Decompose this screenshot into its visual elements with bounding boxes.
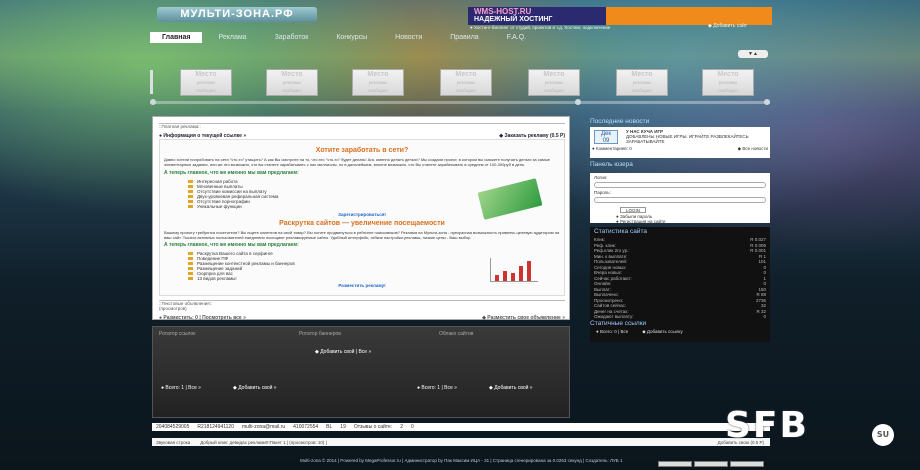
promo-title-earn: Хотите заработать в сети? — [315, 147, 409, 154]
nav-earn[interactable]: Заработок — [263, 32, 321, 43]
site-stats: Статистика сайта Клик: R 0.027 Реф. клик:… — [590, 227, 770, 330]
banner-rotator-title: Ротатор баннеров — [299, 331, 341, 337]
nav-news[interactable]: Новости — [383, 32, 434, 43]
slider-track — [150, 101, 770, 104]
site-logo[interactable]: МУЛЬТИ-ЗОНА.РФ — [157, 7, 317, 22]
slider-next-dot[interactable] — [764, 99, 770, 105]
login-panel: Логин: Пароль: LOGIN ● Забыли пароль ● Р… — [590, 173, 770, 224]
promo-title-traffic: Раскрутка сайтов — увеличение посещаемос… — [279, 220, 445, 227]
nav-faq[interactable]: F.A.Q. — [495, 32, 538, 43]
text-announcements: ::Текстовые объявления:: (просмотров) ● … — [159, 300, 565, 321]
ad-slot[interactable]: Место рекламы свободно — [352, 69, 404, 96]
counter-badges[interactable] — [658, 461, 764, 467]
register-site-link[interactable]: ● Регистрация на сайте — [616, 219, 666, 224]
announcements-place[interactable]: ◆ Разместить свое объявление » — [482, 315, 565, 321]
news-comments[interactable]: ● Комментариев: 0 — [592, 146, 632, 152]
banner-orange-panel — [606, 7, 772, 25]
stats-title: Статистика сайта — [594, 228, 647, 235]
wmr-purse: R218124941120 — [197, 424, 234, 430]
news-date: Дек 09 — [594, 130, 618, 144]
paid-ads-block: ::Платная реклама:: ● Информация о текущ… — [159, 123, 565, 139]
rotator-all-link[interactable]: ● Всего: 1 | Все » — [161, 385, 201, 391]
nav-contests[interactable]: Конкурсы — [324, 32, 379, 43]
rotator-add-link[interactable]: ◆ Добавить свой » — [233, 385, 277, 391]
nav-ads[interactable]: Реклама — [206, 32, 258, 43]
login-panel-title: Панель юзера — [590, 161, 633, 168]
promo-subtitle-earn: А теперь главное, что же именно мы вам п… — [164, 170, 299, 176]
login-input[interactable] — [594, 182, 766, 188]
promo-text-traffic: Вашему проекту требуются посетители? Вы … — [164, 230, 560, 240]
slider-prev-dot[interactable] — [150, 99, 156, 105]
sidebar: Последние новости Дек 09 У НАС КУЧА ИГР Д… — [590, 118, 770, 330]
ad-slot[interactable]: Место рекламы свободно — [616, 69, 668, 96]
sound-line-text[interactable]: Добрый клик: девидах реклами!!!Пакет 1 |… — [200, 440, 327, 445]
ad-slot[interactable]: Место рекламы свободно — [702, 69, 754, 96]
hosting-caption: ● Хостинг-биллинг от студий, проектов и … — [470, 25, 611, 30]
paid-ads-title: ::Платная реклама:: — [159, 124, 201, 129]
news-title: Последние новости — [590, 118, 650, 125]
add-site-link[interactable]: ◆ Добавить сайт — [708, 23, 747, 29]
main-content: ::Платная реклама:: ● Информация о текущ… — [152, 116, 570, 321]
cloud-all-link[interactable]: ● Всего: 1 | Все » — [417, 385, 457, 391]
password-label: Пароль: — [594, 190, 611, 195]
ad-slot[interactable]: Место рекламы свободно — [266, 69, 318, 96]
header-toggle-button[interactable]: ▼▲ — [738, 50, 768, 58]
site-cloud-title: Облако сайтов — [439, 331, 474, 337]
static-links-all[interactable]: ● Всего: 0 | Все — [596, 329, 628, 335]
email-contact[interactable]: multi-zona@mail.ru — [242, 424, 285, 430]
ad-slot[interactable]: Место рекламы свободно — [528, 69, 580, 96]
bl-badge: BL — [326, 424, 333, 430]
sound-line-label: Звуковая строка — [156, 439, 191, 445]
counter-badge[interactable] — [730, 461, 764, 467]
reviews-negative: 0 — [411, 424, 414, 430]
ad-slots-row: Место рекламы свободно Место рекламы свободн… — [150, 69, 770, 99]
place-ad-link[interactable]: Разместить рекламу! — [160, 283, 564, 288]
announcements-view-all[interactable]: ● Разместить: 0 | Посмотреть все » — [159, 315, 246, 321]
wmz-purse: 204084529005 — [156, 424, 190, 430]
static-links-add[interactable]: ◆ Добавить ссылку — [642, 329, 683, 335]
link-rotator-title: Ротатор ссылок — [159, 331, 196, 337]
counter-badge[interactable] — [694, 461, 728, 467]
login-label: Логин: — [594, 175, 608, 180]
counter-badge[interactable] — [658, 461, 692, 467]
static-links-title: Статичные ссылки — [590, 320, 647, 327]
add-own-button[interactable]: ◆ Добавить свой | Все » — [315, 349, 371, 355]
main-nav: Главная Реклама Заработок Конкурсы Новос… — [150, 32, 538, 43]
rotators-block: Ротатор ссылок Ротатор баннеров Облако с… — [152, 326, 570, 418]
bl-count: 19 — [340, 424, 346, 430]
cloud-add-link[interactable]: ◆ Добавить свой » — [489, 385, 533, 391]
nav-home[interactable]: Главная — [150, 32, 203, 43]
growth-chart-image — [490, 258, 538, 282]
promo-text-earn: Давно хотели попробовать на сети "что-то… — [164, 157, 550, 167]
sfb-su-badge: SU — [872, 424, 894, 446]
promo-subtitle-traffic: А теперь главное, что же именно мы вам п… — [164, 242, 299, 248]
news-body: ДОБАВЛЕНЫ НОВЫЕ ИГРЫ. ИГРАЙТЕ РАЗВЛЕКАЙТ… — [626, 134, 749, 144]
login-button[interactable]: LOGIN — [620, 207, 646, 213]
reviews-positive: 2 — [400, 424, 403, 430]
news-all-link[interactable]: ◆ Все новости — [738, 146, 768, 152]
ad-slot[interactable]: Место рекламы свободно — [440, 69, 492, 96]
sound-line-bar: Звуковая строка Добрый клик: девидах рек… — [152, 438, 770, 446]
promo-box: Хотите заработать в сети? Давно хотели п… — [159, 139, 565, 296]
sfb-watermark: SFB — [725, 405, 809, 446]
slider-handle[interactable] — [575, 99, 581, 105]
banner-text: WMS-HOST.RU НАДЕЖНЫЙ ХОСТИНГ — [468, 7, 606, 25]
announcements-sub: (просмотров) — [159, 306, 187, 311]
yandex-purse: 410072554 — [293, 424, 319, 430]
password-input[interactable] — [594, 197, 766, 203]
news-item[interactable]: Дек 09 У НАС КУЧА ИГР ДОБАВЛЕНЫ НОВЫЕ ИГР… — [590, 127, 770, 158]
contacts-bar: 204084529005 R218124941120 multi-zona@ma… — [152, 423, 770, 431]
static-links: Статичные ссылки ● Всего: 0 | Все ◆ Доба… — [590, 320, 770, 342]
nav-rules[interactable]: Правила — [438, 32, 490, 43]
reviews-label[interactable]: Отзывы о сайте: — [354, 424, 392, 430]
copyright: Multi-zona © 2014 | Powered by MegaProfe… — [300, 458, 623, 463]
ad-slot[interactable]: Место рекламы свободно — [180, 69, 232, 96]
